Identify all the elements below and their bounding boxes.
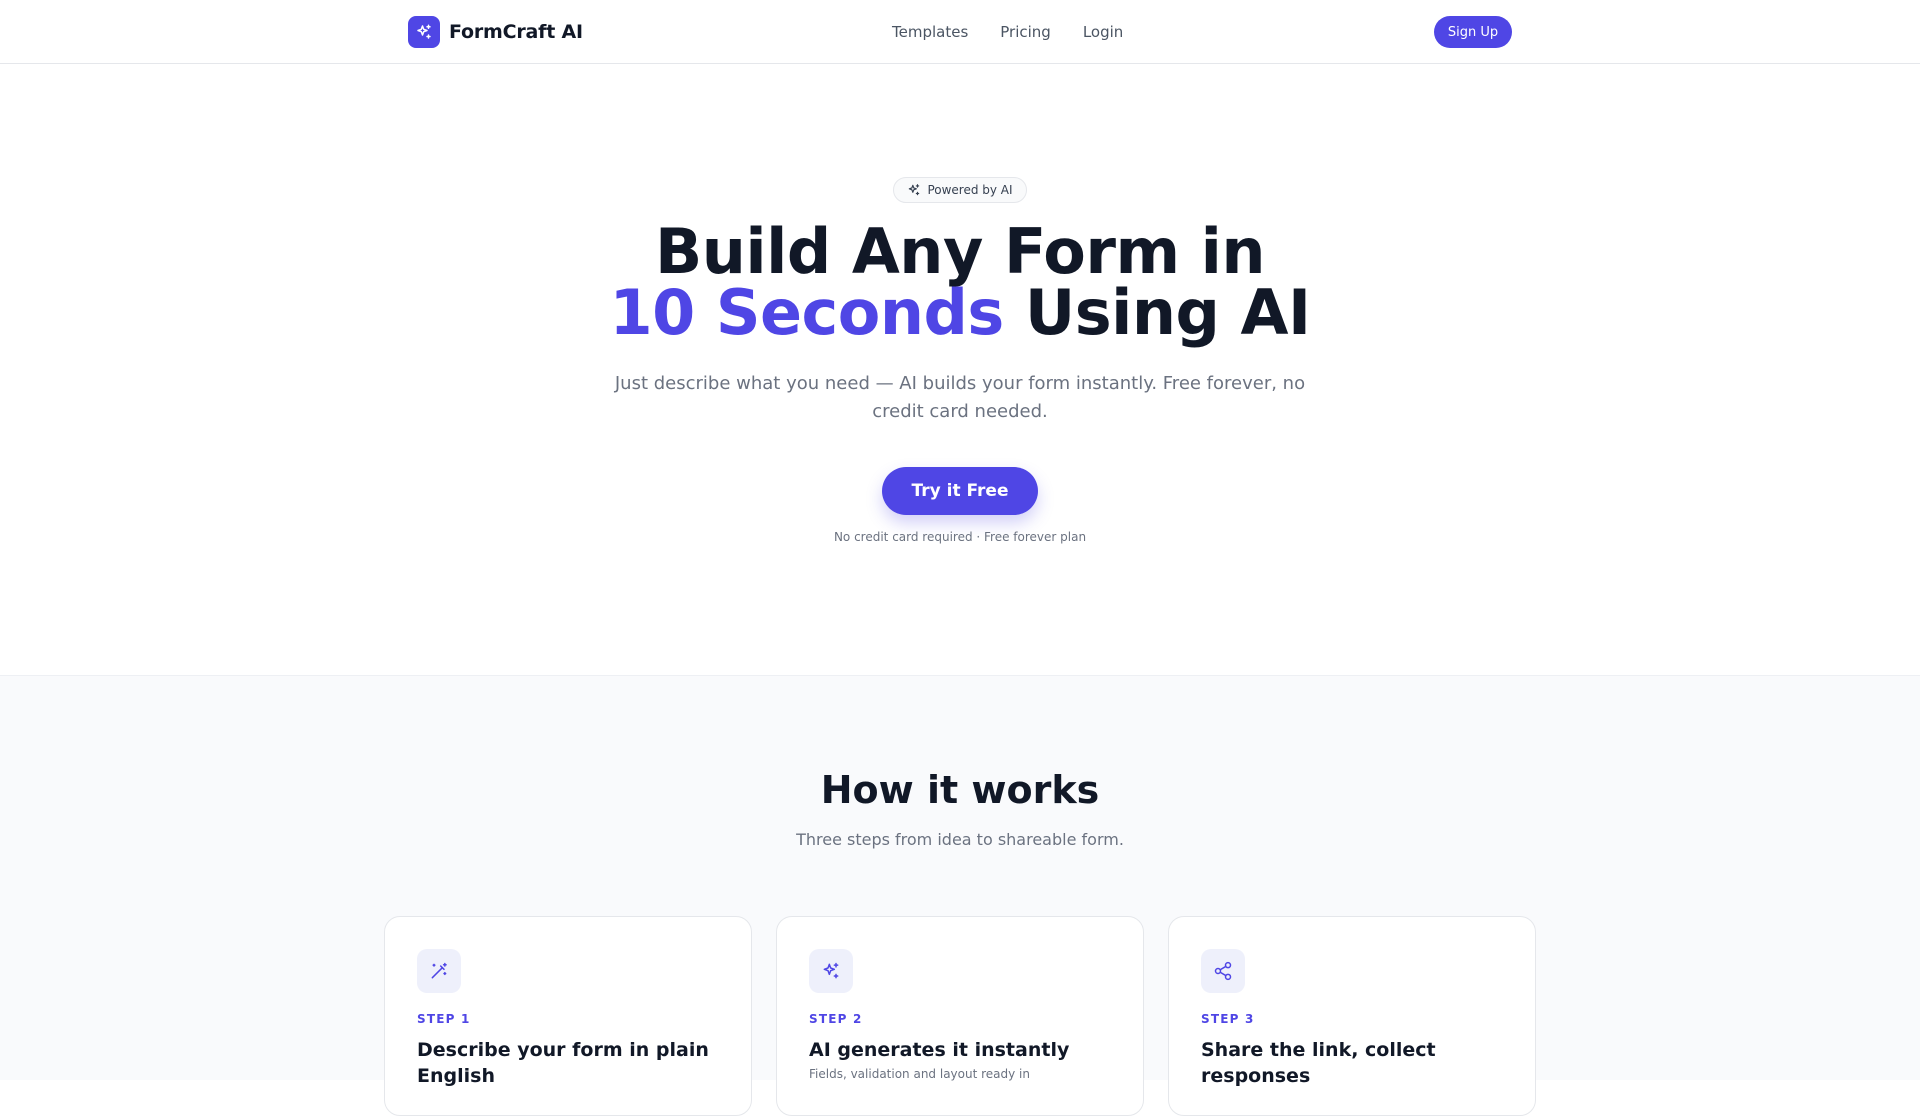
sparkles-icon bbox=[909, 184, 920, 196]
sparkles-icon bbox=[809, 949, 853, 993]
step-label: STEP 2 bbox=[809, 1012, 863, 1026]
sparkles-icon bbox=[408, 16, 440, 48]
brand-name: FormCraft AI bbox=[449, 21, 583, 43]
brand[interactable]: FormCraft AI bbox=[408, 16, 583, 48]
hero-section: Powered by AI Build Any Form in 10 Secon… bbox=[0, 65, 1920, 675]
step-description: Fields, validation and layout ready in bbox=[809, 1067, 1030, 1081]
section-subtitle: Three steps from idea to shareable form. bbox=[796, 830, 1124, 849]
step-label: STEP 3 bbox=[1201, 1012, 1255, 1026]
nav-pricing[interactable]: Pricing bbox=[1000, 20, 1051, 44]
hero-headline: Build Any Form in 10 Seconds Using AI bbox=[0, 221, 1920, 344]
step-card-1: STEP 1 Describe your form in plain Engli… bbox=[384, 916, 752, 1116]
headline-accent: 10 Seconds bbox=[609, 276, 1004, 349]
badge-label: Powered by AI bbox=[927, 183, 1013, 197]
sign-up-button[interactable]: Sign Up bbox=[1434, 16, 1512, 48]
step-title: Describe your form in plain English bbox=[417, 1039, 709, 1087]
hero-fineprint: No credit card required · Free forever p… bbox=[833, 530, 1087, 544]
step-card-2: STEP 2 AI generates it instantly Fields,… bbox=[776, 916, 1144, 1116]
try-it-free-button[interactable]: Try it Free bbox=[882, 467, 1038, 515]
step-title: Share the link, collect responses bbox=[1201, 1039, 1436, 1087]
magic-wand-icon bbox=[417, 949, 461, 993]
section-title: How it works bbox=[820, 768, 1100, 812]
step-card-3: STEP 3 Share the link, collect responses bbox=[1168, 916, 1536, 1116]
nav-templates[interactable]: Templates bbox=[892, 20, 968, 44]
main-nav: Templates Pricing Login bbox=[892, 20, 1123, 44]
nav-login[interactable]: Login bbox=[1083, 20, 1123, 44]
how-it-works-section: How it works Three steps from idea to sh… bbox=[0, 675, 1920, 1116]
powered-by-ai-badge: Powered by AI bbox=[893, 177, 1027, 203]
step-title: AI generates it instantly bbox=[809, 1039, 1070, 1061]
share-icon bbox=[1201, 949, 1245, 993]
top-navbar: FormCraft AI Templates Pricing Login Sig… bbox=[0, 0, 1920, 64]
headline-rest: Using AI bbox=[1024, 276, 1311, 349]
step-label: STEP 1 bbox=[417, 1012, 471, 1026]
hero-subtitle: Just describe what you need — AI builds … bbox=[614, 373, 1306, 422]
